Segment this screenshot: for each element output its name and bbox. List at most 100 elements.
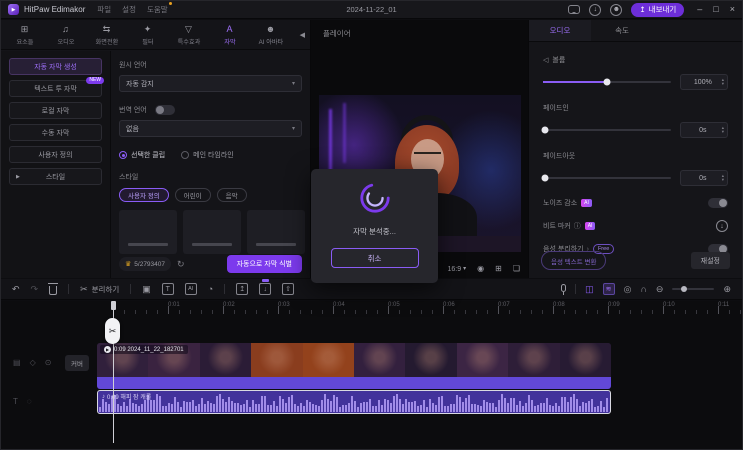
source-language-select[interactable]: 자동 감지 ▾ bbox=[119, 75, 302, 92]
waveform-bar bbox=[537, 405, 539, 412]
nav-tab-3[interactable]: ✦필터 bbox=[127, 24, 168, 46]
sidebar-item-3[interactable]: 수동 자막 bbox=[9, 124, 102, 141]
refresh-icon[interactable]: ↻ bbox=[177, 260, 185, 269]
disc-icon[interactable]: ◎ bbox=[624, 285, 632, 294]
grid-icon[interactable]: ⊞ bbox=[495, 265, 502, 273]
collapse-panel-icon[interactable]: ◀ bbox=[300, 31, 307, 39]
mask-icon[interactable]: ▣ bbox=[142, 285, 151, 294]
audio-waveform-icon[interactable]: ≋ bbox=[603, 283, 615, 295]
properties-tab-0[interactable]: 오디오 bbox=[529, 20, 591, 41]
nav-tab-6[interactable]: ☻AI 아바타 bbox=[250, 24, 291, 46]
download-media-icon[interactable]: ↓ bbox=[259, 283, 271, 295]
maximize-button[interactable]: □ bbox=[713, 5, 718, 14]
audio-track-controls[interactable]: T◌ bbox=[13, 398, 41, 406]
timeline[interactable]: 0:010:020:030:040:050:060:070:080:090:10… bbox=[1, 301, 742, 449]
ai-caption-icon[interactable]: AI bbox=[185, 283, 197, 295]
magnet-icon[interactable]: ∩ bbox=[640, 285, 646, 294]
redo-icon[interactable]: ↷ bbox=[31, 285, 39, 294]
sidebar-item-5[interactable]: ▶스타일 bbox=[9, 168, 102, 185]
video-track-controls[interactable]: ▤ ◇ ⊙ bbox=[13, 359, 60, 367]
style-chip-1[interactable]: 어린이 bbox=[175, 188, 211, 202]
volume-slider[interactable] bbox=[543, 81, 671, 83]
minimize-button[interactable]: – bbox=[697, 5, 702, 14]
upload-media-icon[interactable]: ⇧ bbox=[282, 283, 294, 295]
properties-tab-1[interactable]: 속도 bbox=[591, 20, 653, 41]
timeline-zoom-slider[interactable] bbox=[672, 288, 714, 290]
audio-clip[interactable]: ♪ 0:09 해피 잠 캐롤 bbox=[97, 390, 611, 414]
video-clip[interactable]: ▶ 0:09 2024_11_22_182701 bbox=[97, 343, 611, 389]
sidebar-item-1[interactable]: 텍스트 투 자막NEW bbox=[9, 80, 102, 97]
translate-language-select[interactable]: 없음 ▾ bbox=[119, 120, 302, 137]
nav-tab-1[interactable]: ♫오디오 bbox=[45, 24, 86, 46]
speed-icon[interactable]: ◔ bbox=[208, 285, 213, 294]
style-preset-thumbnail[interactable] bbox=[119, 210, 177, 254]
download-icon[interactable]: ↓ bbox=[589, 4, 601, 16]
nav-tab-label: 요소들 bbox=[16, 36, 33, 46]
video-track-control-icon[interactable]: ▤ bbox=[13, 358, 21, 367]
menu-item-2[interactable]: 도움말 bbox=[147, 4, 168, 15]
split-button[interactable]: ✂ 분리하기 bbox=[80, 284, 119, 295]
ruler-label: 0:08 bbox=[553, 302, 565, 308]
account-icon[interactable]: ☻ bbox=[610, 4, 622, 16]
waveform-bar bbox=[252, 400, 254, 412]
cover-button[interactable]: 커버 bbox=[65, 355, 89, 371]
style-chip-0[interactable]: 사용자 정의 bbox=[119, 188, 169, 202]
waveform-bar bbox=[243, 404, 245, 412]
cancel-button[interactable]: 취소 bbox=[331, 248, 419, 268]
nav-tab-0[interactable]: ⊞요소들 bbox=[4, 24, 45, 46]
beat-marker-download-icon[interactable]: ↓ bbox=[716, 220, 728, 232]
feedback-icon[interactable] bbox=[568, 5, 580, 14]
export-button[interactable]: ↥ 내보내기 bbox=[631, 3, 684, 17]
style-preset-thumbnail[interactable] bbox=[183, 210, 241, 254]
waveform-bar bbox=[558, 406, 560, 412]
fade-in-slider[interactable] bbox=[543, 129, 671, 131]
aspect-ratio-select[interactable]: 16:9 ▾ bbox=[448, 266, 467, 273]
video-track-control-icon[interactable]: ◇ bbox=[30, 358, 36, 367]
time-ruler[interactable]: 0:010:020:030:040:050:060:070:080:090:10… bbox=[91, 301, 742, 314]
speech-to-text-button[interactable]: 음성 텍스트 변환 bbox=[541, 251, 606, 270]
waveform-bar bbox=[183, 401, 185, 412]
undo-icon[interactable]: ↶ bbox=[12, 285, 20, 294]
nav-tab-5[interactable]: A자막 bbox=[209, 24, 250, 46]
style-preset-thumbnail[interactable] bbox=[247, 210, 305, 254]
stepper[interactable]: ▴ ▾ bbox=[722, 174, 724, 183]
trash-icon[interactable] bbox=[49, 286, 57, 295]
auto-detect-subtitles-button[interactable]: 자동으로 자막 식별 bbox=[227, 255, 302, 273]
text-tool-icon[interactable]: T bbox=[162, 283, 174, 295]
fade-out-value[interactable]: 0s ▴ ▾ bbox=[680, 170, 728, 186]
waveform-bar bbox=[279, 396, 281, 412]
stepper[interactable]: ▴ ▾ bbox=[722, 126, 724, 135]
apply-scope-radio-1[interactable]: 메인 타임라인 bbox=[181, 150, 234, 160]
zoom-out-icon[interactable]: ⊖ bbox=[656, 285, 664, 294]
zoom-in-icon[interactable]: ⊕ bbox=[723, 285, 731, 294]
reset-button[interactable]: 재설정 bbox=[691, 252, 730, 269]
menu-item-0[interactable]: 파일 bbox=[97, 4, 111, 15]
info-icon[interactable]: ⓘ bbox=[574, 221, 581, 231]
keyframe-icon[interactable]: ◫ bbox=[585, 285, 594, 294]
audio-track-control-icon[interactable]: T bbox=[13, 397, 18, 406]
menu-item-1[interactable]: 설정 bbox=[122, 4, 136, 15]
sidebar-item-2[interactable]: 로컬 자막 bbox=[9, 102, 102, 119]
volume-value[interactable]: 100% ▴ ▾ bbox=[680, 74, 728, 90]
fullscreen-icon[interactable]: ❏ bbox=[513, 265, 520, 273]
apply-scope-radio-0[interactable]: 선택한 클립 bbox=[119, 150, 165, 160]
fade-out-slider[interactable] bbox=[543, 177, 671, 179]
translate-toggle[interactable] bbox=[155, 105, 175, 115]
noise-reduction-toggle[interactable] bbox=[708, 198, 728, 208]
video-track-control-icon[interactable]: ⊙ bbox=[45, 358, 52, 367]
sidebar-item-0[interactable]: 자동 자막 생성 bbox=[9, 58, 102, 75]
snapshot-icon[interactable]: ◉ bbox=[477, 265, 484, 273]
style-label: 스타일 bbox=[119, 172, 302, 182]
sidebar-item-4[interactable]: 사용자 정의 bbox=[9, 146, 102, 163]
waveform-bar bbox=[414, 401, 416, 412]
audio-track-control-icon[interactable]: ◌ bbox=[27, 397, 32, 406]
microphone-icon[interactable] bbox=[561, 284, 566, 292]
nav-tab-4[interactable]: ▽특수효과 bbox=[168, 24, 209, 46]
fade-in-value[interactable]: 0s ▴ ▾ bbox=[680, 122, 728, 138]
export-frame-icon[interactable]: ↥ bbox=[236, 283, 248, 295]
close-button[interactable]: × bbox=[730, 5, 735, 14]
nav-tab-2[interactable]: ⇆화면전환 bbox=[86, 24, 127, 46]
waveform-bar bbox=[285, 403, 287, 412]
style-chip-2[interactable]: 음악 bbox=[217, 188, 247, 202]
stepper[interactable]: ▴ ▾ bbox=[722, 78, 724, 87]
